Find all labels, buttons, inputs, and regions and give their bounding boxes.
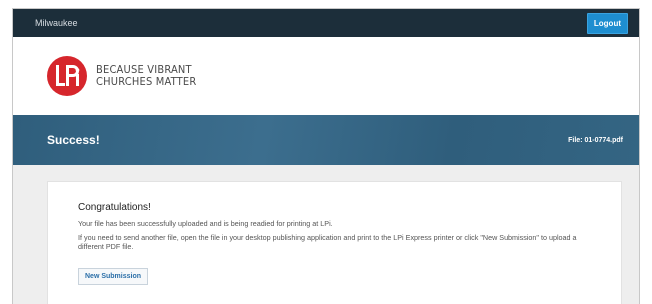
lpi-logo-icon bbox=[56, 65, 80, 86]
content-area: Congratulations! Your file has been succ… bbox=[13, 165, 639, 304]
instructions-message: If you need to send another file, open t… bbox=[78, 233, 577, 251]
lpi-logo bbox=[47, 56, 87, 96]
file-name-label: File: 01-0774.pdf bbox=[568, 136, 623, 144]
success-banner: Success! File: 01-0774.pdf bbox=[13, 115, 639, 165]
upload-success-message: Your file has been successfully uploaded… bbox=[78, 219, 333, 228]
site-name: Milwaukee bbox=[35, 18, 78, 28]
new-submission-button[interactable]: New Submission bbox=[78, 268, 149, 285]
card-heading: Congratulations! bbox=[78, 202, 151, 213]
tagline-line-2: CHURCHES MATTER bbox=[96, 75, 197, 88]
page-frame: Milwaukee Logout BECAUSE VIBRANT CHURCHE… bbox=[12, 8, 640, 304]
logout-button[interactable]: Logout bbox=[586, 12, 628, 34]
logo-area: BECAUSE VIBRANT CHURCHES MATTER bbox=[13, 37, 639, 115]
logo-tagline: BECAUSE VIBRANT CHURCHES MATTER bbox=[96, 64, 196, 88]
page-title: Success! bbox=[47, 133, 100, 147]
success-card: Congratulations! Your file has been succ… bbox=[47, 181, 622, 304]
top-bar: Milwaukee Logout bbox=[13, 9, 639, 37]
